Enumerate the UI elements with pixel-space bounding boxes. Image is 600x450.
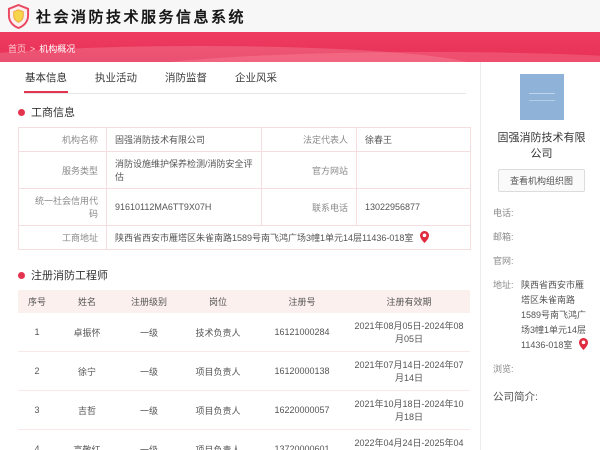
cell: 16220000057 bbox=[256, 390, 348, 430]
breadcrumb: 首页 > 机构概况 bbox=[8, 42, 75, 55]
field-label: 浏览: bbox=[493, 364, 514, 374]
cell: 一级 bbox=[118, 313, 180, 352]
section-title: 注册消防工程师 bbox=[31, 270, 108, 282]
location-pin-icon[interactable] bbox=[578, 338, 588, 350]
field-value: 消防设施维护保养检测/消防安全评估 bbox=[106, 151, 262, 189]
main-panel: 基本信息 执业活动 消防监督 企业风采 工商信息 机构名称 固强消防技术有限公司… bbox=[0, 62, 481, 450]
phone-field: 电话: bbox=[493, 206, 590, 221]
field-value: 固强消防技术有限公司 bbox=[106, 127, 262, 152]
field-label: 法定代表人 bbox=[261, 127, 357, 152]
breadcrumb-current: 机构概况 bbox=[39, 44, 76, 54]
cell: 4 bbox=[18, 429, 56, 450]
cell: 2 bbox=[18, 351, 56, 391]
section-business-info: 工商信息 bbox=[18, 104, 480, 120]
section-title: 工商信息 bbox=[31, 107, 75, 119]
email-field: 邮箱: bbox=[493, 230, 590, 245]
cell: 项目负责人 bbox=[180, 390, 256, 430]
company-profile-label: 公司简介: bbox=[493, 391, 538, 403]
cell: 16121000284 bbox=[256, 313, 348, 352]
cell: 项目负责人 bbox=[180, 351, 256, 391]
field-value: 91610112MA6TT9X07H bbox=[106, 188, 262, 226]
field-label: 官方网站 bbox=[261, 151, 357, 189]
table-row: 机构名称 固强消防技术有限公司 法定代表人 徐春王 bbox=[18, 127, 471, 152]
tab-company-showcase[interactable]: 企业风采 bbox=[234, 67, 278, 93]
field-value: 徐春王 bbox=[356, 127, 471, 152]
column-header: 注册有效期 bbox=[348, 290, 470, 313]
cell: 高敬红 bbox=[56, 429, 118, 450]
field-value: 13022956877 bbox=[356, 188, 471, 226]
field-label: 工商地址 bbox=[18, 225, 107, 250]
app-title: 社会消防技术服务信息系统 bbox=[36, 8, 247, 26]
column-header: 岗位 bbox=[180, 290, 256, 313]
field-label: 官网: bbox=[493, 256, 514, 266]
table-row: 统一社会信用代码 91610112MA6TT9X07H 联系电话 1302295… bbox=[18, 188, 471, 226]
cell: 一级 bbox=[118, 429, 180, 450]
table-row: 服务类型 消防设施维护保养检测/消防安全评估 官方网站 bbox=[18, 151, 471, 189]
column-header: 注册级别 bbox=[118, 290, 180, 313]
company-name: 固强消防技术有限公司 bbox=[497, 132, 586, 160]
section-bullet-icon bbox=[18, 108, 25, 116]
cell: 3 bbox=[18, 390, 56, 430]
table-row: 2 徐宁 一级 项目负责人 16120000138 2021年07月14日-20… bbox=[18, 351, 470, 391]
cell: 16120000138 bbox=[256, 351, 348, 391]
tab-practice-activity[interactable]: 执业活动 bbox=[94, 67, 138, 93]
tab-fire-supervision[interactable]: 消防监督 bbox=[164, 67, 208, 93]
breadcrumb-separator: > bbox=[30, 43, 36, 54]
logo-watermark bbox=[528, 93, 555, 101]
field-value bbox=[356, 151, 471, 189]
cell: 13720000601 bbox=[256, 429, 348, 450]
table-row: 工商地址 陕西省西安市雁塔区朱雀南路1589号南飞鸿广场3幢1单元14层1143… bbox=[18, 225, 471, 250]
field-label: 服务类型 bbox=[18, 151, 107, 189]
business-info-table: 机构名称 固强消防技术有限公司 法定代表人 徐春王 服务类型 消防设施维护保养检… bbox=[18, 127, 471, 250]
section-fire-engineers: 注册消防工程师 bbox=[18, 267, 480, 283]
cell: 2022年04月24日-2025年04月24日 bbox=[348, 429, 470, 450]
table-row: 3 吉哲 一级 项目负责人 16220000057 2021年10月18日-20… bbox=[18, 390, 470, 430]
table-row: 1 卓振怀 一级 技术负责人 16121000284 2021年08月05日-2… bbox=[18, 313, 470, 352]
field-label: 电话: bbox=[493, 208, 514, 218]
column-header: 序号 bbox=[18, 290, 56, 313]
cell: 卓振怀 bbox=[56, 313, 118, 352]
field-label: 地址: bbox=[493, 280, 514, 290]
banner: 首页 > 机构概况 bbox=[0, 32, 600, 62]
field-label: 联系电话 bbox=[261, 188, 357, 226]
cell: 一级 bbox=[118, 390, 180, 430]
views-field: 浏览: bbox=[493, 362, 590, 377]
cell: 2021年08月05日-2024年08月05日 bbox=[348, 313, 470, 352]
cell: 徐宁 bbox=[56, 351, 118, 391]
field-value: 陕西省西安市雁塔区朱雀南路1589号南飞鸿广场3幢1单元14层11436-018… bbox=[521, 278, 590, 353]
tab-basic-info[interactable]: 基本信息 bbox=[24, 67, 68, 93]
table-row: 4 高敬红 一级 项目负责人 13720000601 2022年04月24日-2… bbox=[18, 429, 470, 450]
business-address-value: 陕西省西安市雁塔区朱雀南路1589号南飞鸿广场3幢1单元14层11436-018… bbox=[115, 233, 414, 243]
column-header: 姓名 bbox=[56, 290, 118, 313]
section-bullet-icon bbox=[18, 271, 25, 279]
field-label: 机构名称 bbox=[18, 127, 107, 152]
shield-logo-icon bbox=[7, 3, 30, 29]
content: 基本信息 执业活动 消防监督 企业风采 工商信息 机构名称 固强消防技术有限公司… bbox=[0, 62, 600, 450]
table-header-row: 序号 姓名 注册级别 岗位 注册号 注册有效期 bbox=[18, 290, 470, 313]
company-sidebar: 固强消防技术有限公司 查看机构组织图 电话: 邮箱: 官网: 地址: 陕西省西安… bbox=[481, 62, 600, 450]
cell: 吉哲 bbox=[56, 390, 118, 430]
cell: 2021年07月14日-2024年07月14日 bbox=[348, 351, 470, 391]
cell: 一级 bbox=[118, 351, 180, 391]
view-org-chart-button[interactable]: 查看机构组织图 bbox=[497, 169, 585, 192]
field-label: 邮箱: bbox=[493, 232, 514, 242]
business-address-cell: 陕西省西安市雁塔区朱雀南路1589号南飞鸿广场3幢1单元14层11436-018… bbox=[106, 225, 471, 250]
cell: 2021年10月18日-2024年10月18日 bbox=[348, 390, 470, 430]
address-field: 地址: 陕西省西安市雁塔区朱雀南路1589号南飞鸿广场3幢1单元14层11436… bbox=[493, 278, 590, 353]
company-logo-image bbox=[519, 74, 564, 120]
sidebar-address-value: 陕西省西安市雁塔区朱雀南路1589号南飞鸿广场3幢1单元14层11436-018… bbox=[521, 280, 587, 350]
field-label: 统一社会信用代码 bbox=[18, 188, 107, 226]
cell: 1 bbox=[18, 313, 56, 352]
cell: 项目负责人 bbox=[180, 429, 256, 450]
tab-bar: 基本信息 执业活动 消防监督 企业风采 bbox=[24, 62, 466, 94]
website-field: 官网: bbox=[493, 254, 590, 269]
app-header: 社会消防技术服务信息系统 bbox=[0, 0, 600, 32]
location-pin-icon[interactable] bbox=[419, 231, 429, 243]
column-header: 注册号 bbox=[256, 290, 348, 313]
cell: 技术负责人 bbox=[180, 313, 256, 352]
engineers-table: 序号 姓名 注册级别 岗位 注册号 注册有效期 1 卓振怀 一级 技术负责人 1… bbox=[18, 290, 470, 450]
breadcrumb-home-link[interactable]: 首页 bbox=[8, 42, 26, 55]
